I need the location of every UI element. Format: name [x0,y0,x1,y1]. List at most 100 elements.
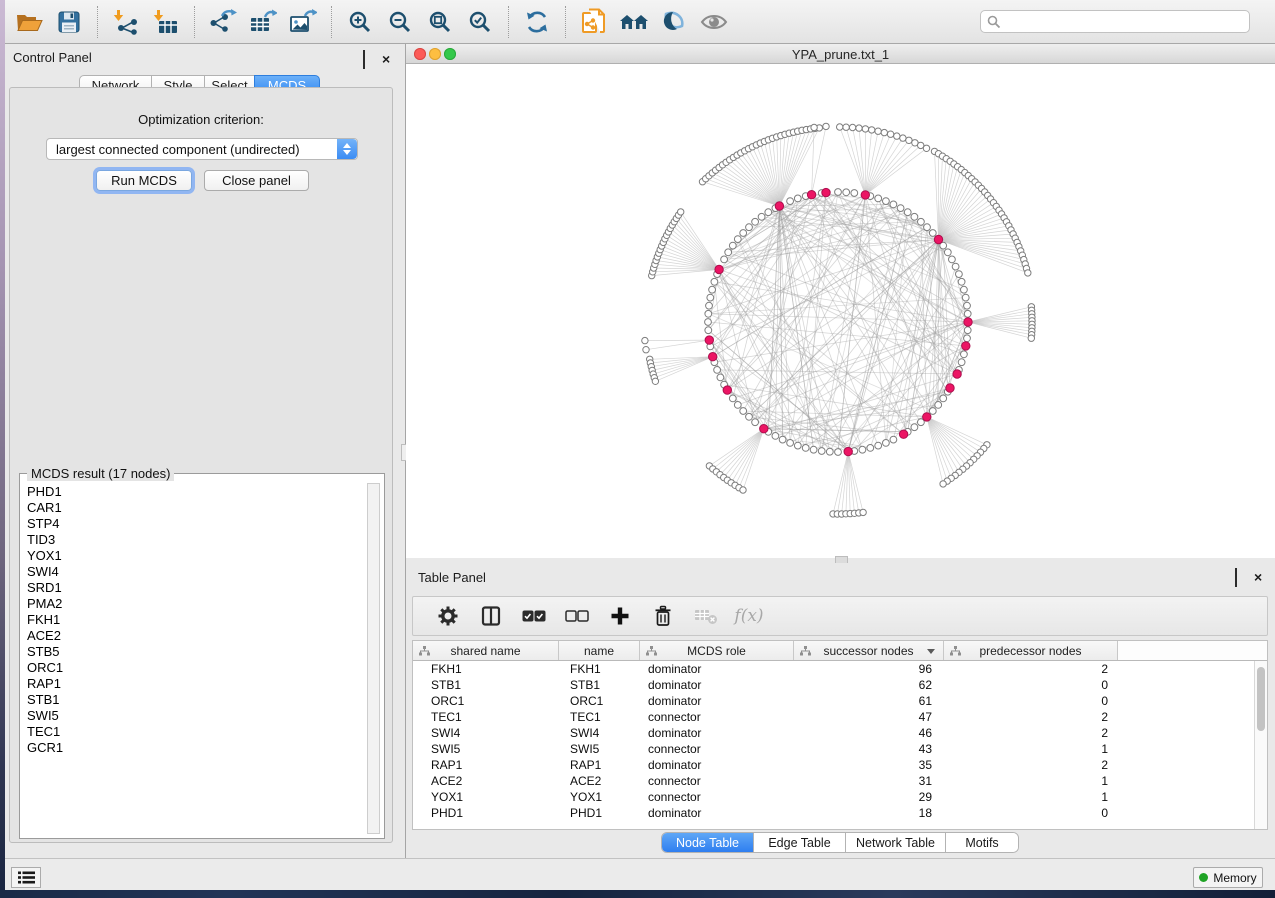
mcds-node[interactable] [899,430,907,438]
table-cell[interactable]: ACE2 [559,773,640,789]
network-node[interactable] [875,442,882,449]
leaf-node[interactable] [906,137,912,143]
network-node[interactable] [851,190,858,197]
table-cell[interactable]: dominator [640,757,794,773]
network-node[interactable] [826,448,833,455]
mcds-result-item[interactable]: TEC1 [22,724,366,740]
network-node[interactable] [958,278,965,285]
table-row[interactable]: ACE2ACE2connector311 [413,773,1254,789]
table-cell[interactable]: TEC1 [559,709,640,725]
table-cell[interactable]: SWI5 [413,741,559,757]
network-node[interactable] [714,367,721,374]
column-header-name[interactable]: name [559,641,640,660]
leaf-node[interactable] [923,145,929,151]
table-cell[interactable]: FKH1 [559,661,640,677]
table-row[interactable]: SWI5SWI5connector431 [413,741,1254,757]
network-node[interactable] [964,302,971,309]
mcds-result-item[interactable]: YOX1 [22,548,366,564]
create-column-button[interactable] [603,599,637,633]
tab-motifs[interactable]: Motifs [946,833,1018,852]
table-cell[interactable]: 62 [794,677,944,693]
save-session-button[interactable] [49,3,89,41]
table-cell[interactable]: connector [640,741,794,757]
leaf-node[interactable] [837,124,843,130]
eye-button[interactable] [694,3,734,41]
table-cell[interactable]: 31 [794,773,944,789]
table-cell[interactable]: PHD1 [413,805,559,821]
table-cell[interactable]: 2 [944,757,1118,773]
table-cell[interactable]: 46 [794,725,944,741]
mcds-node[interactable] [934,235,942,243]
table-cell[interactable]: YOX1 [559,789,640,805]
table-cell[interactable]: 1 [944,741,1118,757]
mcds-result-item[interactable]: PHD1 [22,484,366,500]
mcds-node[interactable] [715,265,723,273]
network-node[interactable] [961,351,968,358]
mcds-result-item[interactable]: TID3 [22,532,366,548]
mcds-list-scrollbar[interactable] [367,483,380,834]
leaf-node[interactable] [881,129,887,135]
column-header-successor-nodes[interactable]: successor nodes [794,641,944,660]
network-node[interactable] [949,256,956,263]
table-cell[interactable]: 2 [944,709,1118,725]
network-node[interactable] [794,442,801,449]
table-row[interactable]: STB1STB1dominator620 [413,677,1254,693]
zoom-fit-button[interactable] [420,3,460,41]
close-table-panel-button[interactable]: × [1254,569,1265,580]
network-node[interactable] [802,445,809,452]
network-node[interactable] [758,213,765,220]
network-node[interactable] [729,242,736,249]
delete-table-button-disabled[interactable] [689,599,723,633]
memory-button[interactable]: Memory [1193,867,1263,888]
mcds-node[interactable] [964,318,972,326]
mcds-node[interactable] [709,353,717,361]
leaf-node[interactable] [862,126,868,132]
table-cell[interactable]: 0 [944,693,1118,709]
network-node[interactable] [890,436,897,443]
show-panels-menu-button[interactable] [11,867,41,888]
network-node[interactable] [956,271,963,278]
function-builder-button-disabled[interactable]: f(x) [732,599,766,633]
leaf-node[interactable] [652,378,658,384]
close-panel-button[interactable]: × [382,51,393,62]
network-node[interactable] [717,374,724,381]
table-row[interactable]: TEC1TEC1connector472 [413,709,1254,725]
select-all-button[interactable] [517,599,551,633]
table-cell[interactable]: 0 [944,805,1118,821]
network-node[interactable] [961,286,968,293]
leaf-node[interactable] [894,133,900,139]
mcds-result-item[interactable]: SWI5 [22,708,366,724]
tab-edge-table[interactable]: Edge Table [754,833,846,852]
mcds-node[interactable] [723,386,731,394]
mcds-node[interactable] [705,336,713,344]
network-node[interactable] [772,433,779,440]
network-node[interactable] [787,440,794,447]
open-session-button[interactable] [9,3,49,41]
deselect-all-button[interactable] [560,599,594,633]
table-scrollbar-thumb[interactable] [1257,667,1265,731]
table-row[interactable]: YOX1YOX1connector291 [413,789,1254,805]
leaf-node[interactable] [940,481,946,487]
export-image-button[interactable] [283,3,323,41]
table-cell[interactable]: dominator [640,693,794,709]
network-node[interactable] [709,286,716,293]
table-cell[interactable]: ACE2 [413,773,559,789]
network-node[interactable] [835,189,842,196]
export-network-button[interactable] [203,3,243,41]
network-node[interactable] [752,419,759,426]
network-node[interactable] [818,448,825,455]
table-cell[interactable]: connector [640,789,794,805]
mcds-node[interactable] [844,447,852,455]
table-cell[interactable]: dominator [640,725,794,741]
network-node[interactable] [929,230,936,237]
leaf-node[interactable] [1025,270,1031,276]
optimization-criterion-dropdown[interactable]: largest connected component (undirected) [46,138,358,160]
mcds-node[interactable] [775,202,783,210]
mcds-result-item[interactable]: CAR1 [22,500,366,516]
network-node[interactable] [707,294,714,301]
network-node[interactable] [911,213,918,220]
network-node[interactable] [705,319,712,326]
column-header-predecessor-nodes[interactable]: predecessor nodes [944,641,1118,660]
table-cell[interactable]: 2 [944,661,1118,677]
network-node[interactable] [721,256,728,263]
